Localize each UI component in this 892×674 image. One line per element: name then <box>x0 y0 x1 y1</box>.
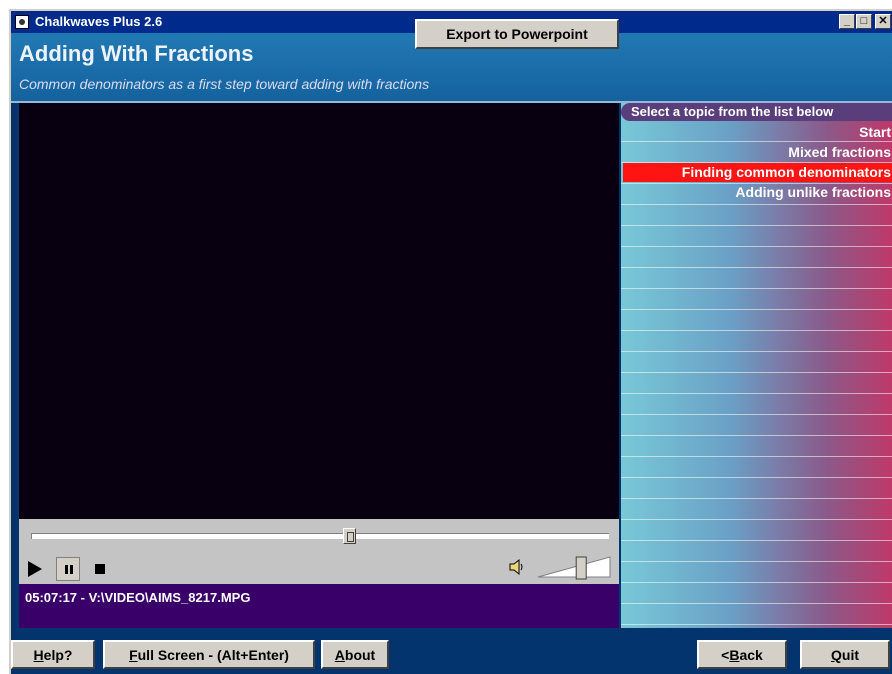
volume-slider[interactable] <box>534 553 614 581</box>
back-button-prefix: < <box>721 646 730 663</box>
back-button-mnemonic: B <box>729 646 740 663</box>
speaker-icon[interactable] <box>507 557 527 577</box>
back-button-label: ack <box>739 646 763 663</box>
maximize-button[interactable]: □ <box>856 14 872 29</box>
back-button[interactable]: < Back <box>697 640 787 669</box>
about-button-label: bout <box>344 646 376 663</box>
topic-panel: Select a topic from the list below Start… <box>621 103 892 628</box>
topic-item-mixed-fractions[interactable]: Mixed fractions <box>621 143 892 162</box>
window-title: Chalkwaves Plus 2.6 <box>35 14 163 29</box>
help-button-label: elp? <box>43 646 73 663</box>
full-screen-button-label: ull Screen - (Alt+Enter) <box>137 646 289 663</box>
help-button[interactable]: Help? <box>11 640 95 669</box>
topic-item-adding-unlike-fractions[interactable]: Adding unlike fractions <box>621 183 892 202</box>
page-subtitle: Common denominators as a first step towa… <box>19 76 430 92</box>
bottom-button-bar: Help? Full Screen - (Alt+Enter) About < … <box>11 628 892 674</box>
play-icon[interactable] <box>28 561 42 577</box>
topic-list[interactable]: Start Mixed fractions Finding common den… <box>621 121 892 628</box>
video-display[interactable] <box>19 103 619 519</box>
topic-item-finding-common-denominators[interactable]: Finding common denominators <box>623 163 892 182</box>
app-window: Chalkwaves Plus 2.6 _ □ ✕ Adding With Fr… <box>9 9 892 674</box>
stop-icon[interactable] <box>95 564 105 574</box>
timecode-file-status: 05:07:17 - V:\VIDEO\AIMS_8217.MPG <box>25 590 251 605</box>
quit-button[interactable]: Quit <box>800 640 890 669</box>
player-controls <box>19 519 619 584</box>
seek-track[interactable] <box>31 533 609 539</box>
export-powerpoint-button[interactable]: Export to Powerpoint <box>415 19 619 49</box>
topic-item-start[interactable]: Start <box>621 123 892 142</box>
about-button[interactable]: About <box>321 640 389 669</box>
quit-button-label: uit <box>841 646 859 663</box>
minimize-button[interactable]: _ <box>839 14 855 29</box>
quit-button-mnemonic: Q <box>831 646 842 663</box>
full-screen-button[interactable]: Full Screen - (Alt+Enter) <box>103 640 315 669</box>
about-button-mnemonic: A <box>334 646 345 663</box>
seek-thumb[interactable] <box>342 528 356 544</box>
full-screen-button-mnemonic: F <box>129 646 138 663</box>
status-bar: 05:07:17 - V:\VIDEO\AIMS_8217.MPG <box>19 584 619 628</box>
volume-thumb[interactable] <box>575 556 587 580</box>
page-title: Adding With Fractions <box>19 41 254 66</box>
close-button[interactable]: ✕ <box>875 14 891 29</box>
help-button-mnemonic: H <box>33 646 44 663</box>
pause-icon[interactable] <box>56 557 80 581</box>
app-icon[interactable] <box>15 15 29 29</box>
topic-list-header: Select a topic from the list below <box>621 103 892 121</box>
